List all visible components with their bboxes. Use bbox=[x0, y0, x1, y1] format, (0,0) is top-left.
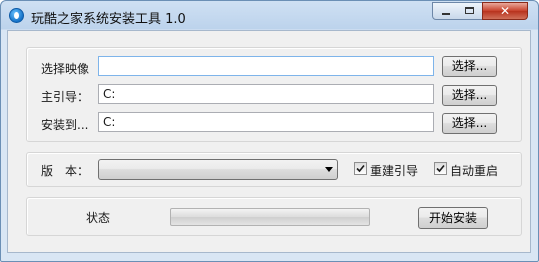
browse-install-button[interactable]: 选择... bbox=[442, 113, 497, 134]
rebuild-boot-label: 重建引导 bbox=[370, 164, 419, 178]
rebuild-boot-checkbox[interactable] bbox=[354, 162, 367, 175]
start-install-button[interactable]: 开始安装 bbox=[418, 207, 488, 229]
checkmark-icon bbox=[356, 164, 365, 173]
minimize-icon bbox=[442, 13, 450, 15]
image-label: 选择映像 bbox=[41, 62, 90, 76]
close-button[interactable]: ✕ bbox=[482, 2, 528, 20]
install-to-label: 安装到... bbox=[41, 118, 89, 132]
version-label: 版 本： bbox=[41, 164, 90, 178]
boot-label: 主引导： bbox=[41, 90, 90, 104]
install-drive-input[interactable]: C: bbox=[98, 112, 434, 132]
maximize-icon bbox=[465, 7, 474, 14]
chevron-down-icon bbox=[325, 167, 333, 172]
auto-restart-label: 自动重启 bbox=[450, 164, 499, 178]
maximize-button[interactable] bbox=[457, 2, 483, 20]
minimize-button[interactable] bbox=[432, 2, 458, 20]
app-drop-icon bbox=[9, 8, 24, 23]
main-window: 玩酷之家系统安装工具 1.0 ✕ 选择映像 选择... 主引导： C: 选择..… bbox=[0, 0, 539, 262]
browse-image-button[interactable]: 选择... bbox=[442, 56, 497, 77]
version-select[interactable] bbox=[98, 159, 338, 180]
close-icon: ✕ bbox=[499, 4, 511, 18]
status-group: 状态 开始安装 bbox=[26, 197, 522, 236]
browse-boot-button[interactable]: 选择... bbox=[442, 85, 497, 106]
title-bar[interactable]: 玩酷之家系统安装工具 1.0 ✕ bbox=[1, 1, 538, 30]
install-progress-bar bbox=[170, 208, 370, 226]
path-group: 选择映像 选择... 主引导： C: 选择... 安装到... C: 选择... bbox=[26, 47, 522, 142]
auto-restart-checkbox[interactable] bbox=[434, 162, 447, 175]
checkmark-icon bbox=[436, 164, 445, 173]
client-area: 选择映像 选择... 主引导： C: 选择... 安装到... C: 选择...… bbox=[7, 30, 531, 253]
boot-drive-input[interactable]: C: bbox=[98, 84, 434, 104]
options-group: 版 本： 重建引导 自动重启 bbox=[26, 152, 522, 187]
window-title: 玩酷之家系统安装工具 1.0 bbox=[31, 12, 186, 27]
image-path-input[interactable] bbox=[98, 56, 434, 76]
status-label: 状态 bbox=[86, 211, 111, 225]
